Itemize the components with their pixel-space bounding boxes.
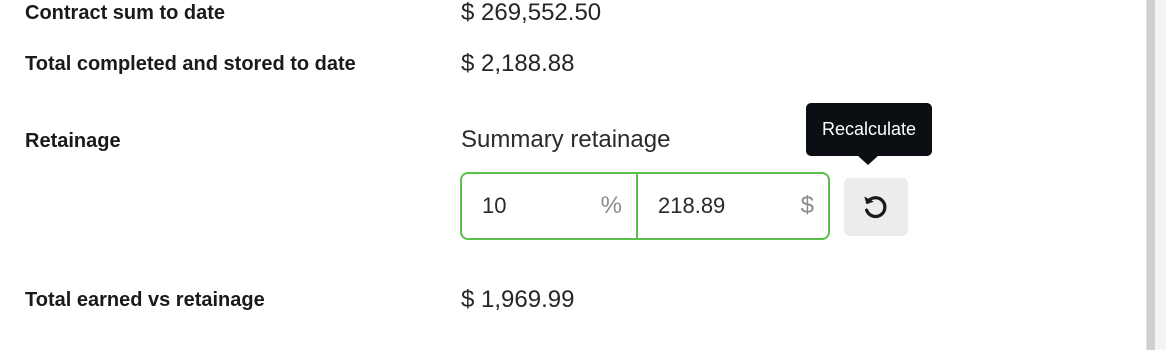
percent-unit: % <box>600 192 622 219</box>
completed-stored-value: $ 2,188.88 <box>461 50 575 77</box>
rotate-ccw-icon <box>864 196 887 219</box>
retainage-summary-panel: Contract sum to date $ 269,552.50 Total … <box>0 0 1166 350</box>
earned-vs-retainage-label: Total earned vs retainage <box>25 289 265 311</box>
tooltip-arrow <box>857 155 879 165</box>
retainage-label: Retainage <box>25 130 121 152</box>
retainage-amount-field: $ <box>638 174 828 238</box>
dollar-unit: $ <box>800 192 814 219</box>
contract-sum-label: Contract sum to date <box>25 2 226 24</box>
retainage-amount-input[interactable] <box>638 186 758 226</box>
recalculate-tooltip: Recalculate <box>806 103 932 156</box>
retainage-percent-input[interactable] <box>462 186 582 226</box>
completed-stored-label: Total completed and stored to date <box>25 53 356 75</box>
retainage-input-group: % $ <box>460 172 830 240</box>
retainage-percent-field: % <box>462 174 638 238</box>
scrollbar-thumb[interactable] <box>1147 0 1155 350</box>
earned-vs-retainage-value: $ 1,969.99 <box>461 286 575 313</box>
contract-sum-value: $ 269,552.50 <box>461 0 602 26</box>
summary-retainage-title: Summary retainage <box>461 126 671 153</box>
recalculate-button[interactable] <box>844 178 908 236</box>
